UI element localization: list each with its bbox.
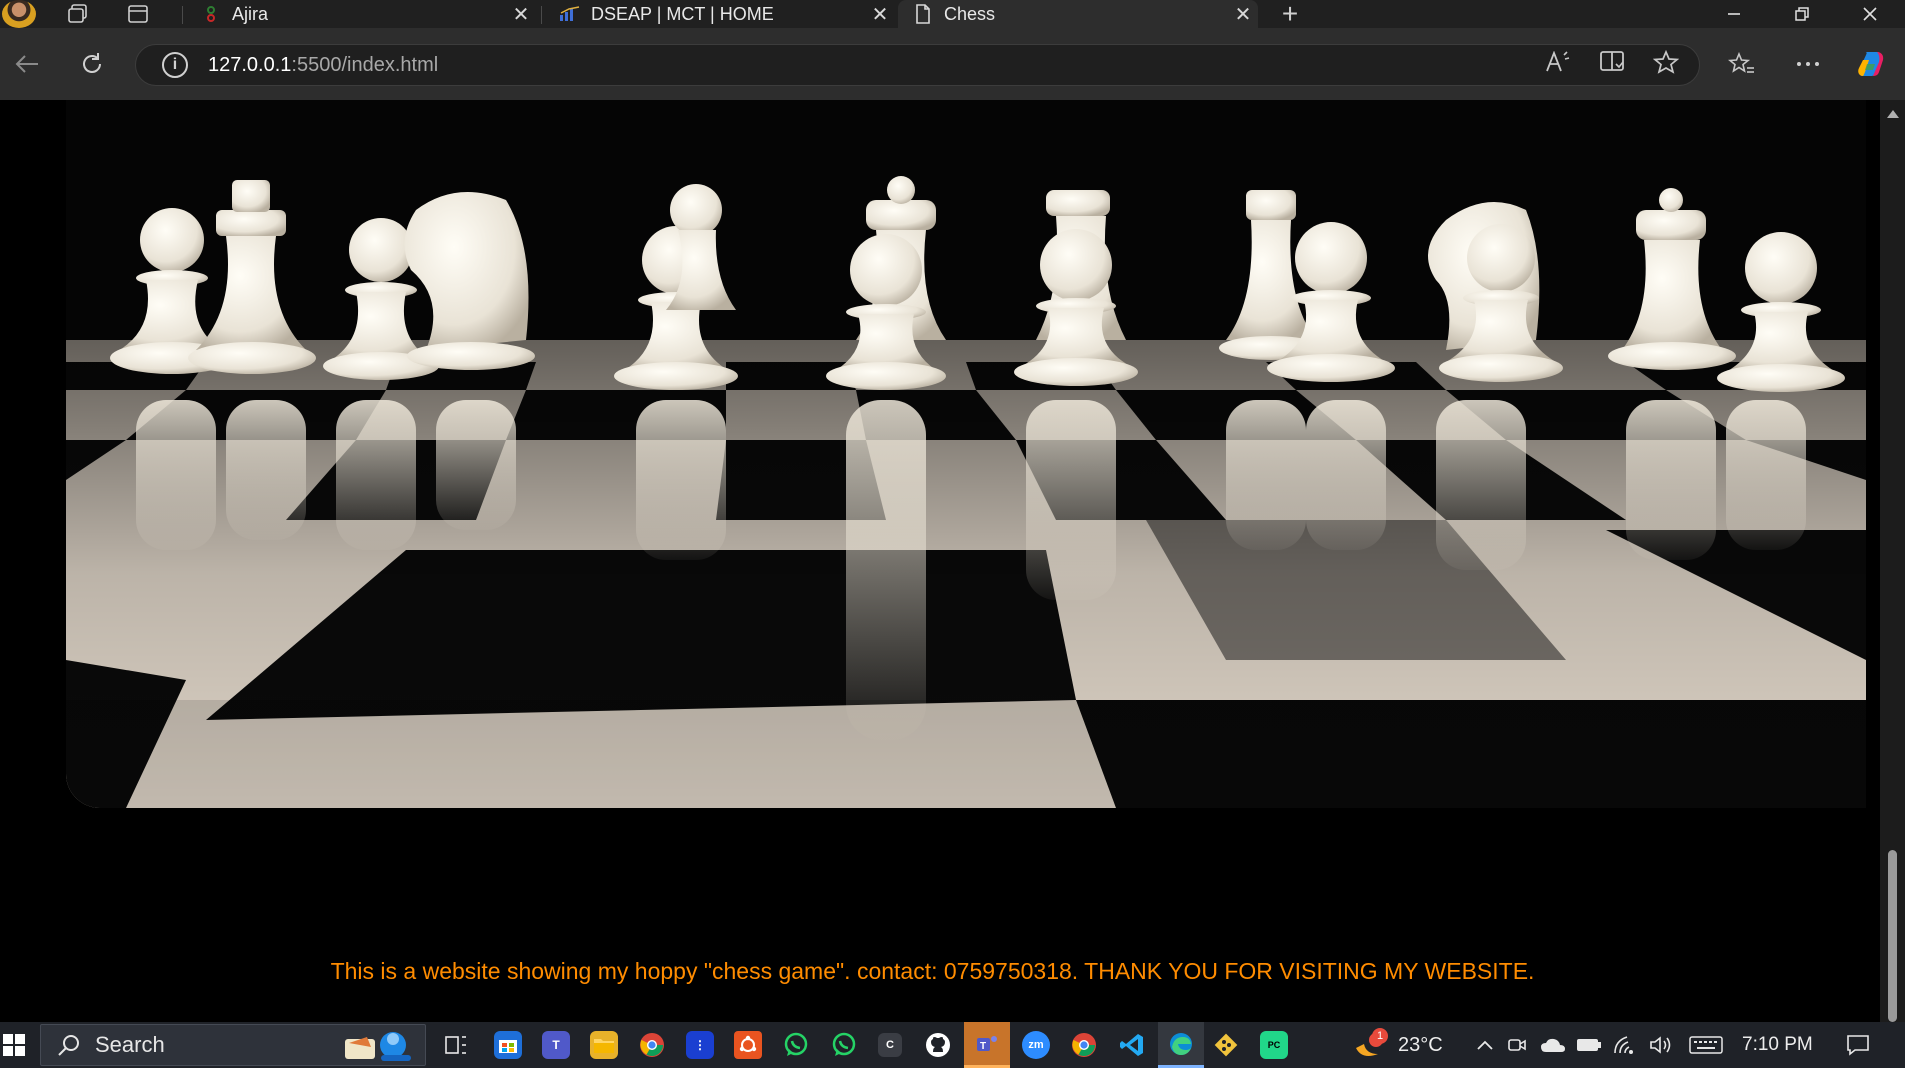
page-viewport: This is a website showing my hoppy "ches… xyxy=(0,100,1880,1022)
ubuntu-icon[interactable] xyxy=(734,1031,762,1059)
refresh-icon[interactable] xyxy=(70,42,114,86)
chrome-icon[interactable] xyxy=(638,1031,666,1059)
restore-icon[interactable] xyxy=(1768,0,1836,28)
keyboard-icon[interactable] xyxy=(1686,1022,1726,1068)
weather-badge: 1 xyxy=(1372,1028,1388,1044)
tab-dseap[interactable]: DSEAP | MCT | HOME ✕ xyxy=(545,0,895,28)
app-blue-icon[interactable]: ⋮ xyxy=(686,1031,714,1059)
tab-label: Ajira xyxy=(232,3,269,24)
zoom-icon[interactable]: zm xyxy=(1022,1031,1050,1059)
chess-hero-image xyxy=(66,100,1866,808)
onedrive-icon[interactable] xyxy=(1538,1022,1568,1068)
close-window-icon[interactable] xyxy=(1836,0,1904,28)
tab-chess[interactable]: Chess ✕ xyxy=(898,0,1258,28)
pycharm-icon[interactable]: PC xyxy=(1260,1031,1288,1059)
ajira-favicon-icon xyxy=(200,4,222,24)
tab-ajira[interactable]: Ajira ✕ xyxy=(186,0,536,28)
clock[interactable]: 7:10 PM xyxy=(1742,1022,1813,1068)
battery-icon[interactable] xyxy=(1574,1022,1604,1068)
workspaces-icon[interactable] xyxy=(58,0,98,28)
app-c-icon[interactable]: C xyxy=(878,1033,902,1057)
chevron-up-icon[interactable] xyxy=(1472,1022,1498,1068)
close-tab-icon[interactable]: ✕ xyxy=(865,2,895,27)
microsoft-store-icon[interactable] xyxy=(494,1031,522,1059)
chess-board-picture xyxy=(66,100,1866,808)
copilot-icon[interactable] xyxy=(1849,42,1893,86)
whatsapp-icon[interactable] xyxy=(782,1031,810,1059)
tab-actions-icon[interactable] xyxy=(118,0,158,28)
browser-tab-strip: Ajira ✕ DSEAP | MCT | HOME ✕ Chess ✕ + xyxy=(0,0,1905,29)
page-scrollbar[interactable] xyxy=(1880,100,1905,1022)
scroll-up-arrow-icon[interactable] xyxy=(1887,110,1899,118)
scrollbar-thumb[interactable] xyxy=(1888,850,1897,1022)
search-label: Search xyxy=(95,1032,165,1057)
close-tab-icon[interactable]: ✕ xyxy=(506,2,536,27)
file-explorer-icon[interactable] xyxy=(590,1031,618,1059)
windows-taskbar: Search T ⋮ C T zm PC 1 23°C 7:10 PM xyxy=(0,1022,1905,1068)
notifications-icon[interactable] xyxy=(1838,1022,1878,1068)
whatsapp-2-icon[interactable] xyxy=(830,1031,858,1059)
wifi-icon[interactable] xyxy=(1610,1022,1640,1068)
site-info-icon[interactable]: i xyxy=(162,52,188,78)
search-icon xyxy=(57,1033,81,1057)
tab-label: Chess xyxy=(944,3,996,24)
meet-now-icon[interactable] xyxy=(1504,1022,1530,1068)
page-icon xyxy=(912,4,934,24)
more-options-icon[interactable] xyxy=(1786,42,1830,86)
immersive-reader-icon[interactable] xyxy=(1599,50,1625,80)
vscode-icon[interactable] xyxy=(1118,1031,1146,1059)
footer-text: This is a website showing my hoppy "ches… xyxy=(330,958,1535,984)
teams-icon[interactable]: T xyxy=(542,1031,570,1059)
search-highlight-icon xyxy=(341,1025,417,1065)
browser-toolbar: i 127.0.0.1:5500/index.html xyxy=(0,28,1905,100)
git-icon[interactable] xyxy=(1212,1031,1240,1059)
read-aloud-icon[interactable] xyxy=(1545,50,1571,79)
new-tab-icon[interactable]: + xyxy=(1270,0,1310,29)
url-host: 127.0.0.1 xyxy=(208,53,292,76)
address-bar[interactable]: i 127.0.0.1:5500/index.html xyxy=(135,44,1700,86)
chrome-2-icon[interactable] xyxy=(1070,1031,1098,1059)
svg-text:T: T xyxy=(980,1041,986,1052)
windows-start-icon[interactable] xyxy=(0,1022,28,1068)
teams-2-icon[interactable]: T xyxy=(964,1022,1010,1068)
favorites-icon[interactable] xyxy=(1720,42,1764,86)
tab-separator xyxy=(541,6,542,24)
dseap-favicon-icon xyxy=(559,4,581,24)
weather-icon[interactable]: 1 xyxy=(1350,1022,1390,1068)
task-view-icon[interactable] xyxy=(438,1022,474,1068)
favorite-star-icon[interactable] xyxy=(1652,49,1680,80)
back-icon[interactable] xyxy=(5,42,49,86)
tab-separator xyxy=(182,6,183,24)
footer xyxy=(0,881,1880,1022)
profile-avatar[interactable] xyxy=(2,0,36,28)
volume-icon[interactable] xyxy=(1646,1022,1676,1068)
edge-icon[interactable] xyxy=(1158,1022,1204,1068)
weather-temp[interactable]: 23°C xyxy=(1398,1022,1443,1068)
github-icon[interactable] xyxy=(924,1031,952,1059)
close-tab-icon[interactable]: ✕ xyxy=(1228,2,1258,27)
url-path: :5500/index.html xyxy=(291,53,439,76)
tab-label: DSEAP | MCT | HOME xyxy=(591,3,774,24)
taskbar-search-box[interactable]: Search xyxy=(40,1024,426,1066)
url-text[interactable]: 127.0.0.1:5500/index.html xyxy=(208,54,438,77)
minimize-icon[interactable] xyxy=(1700,0,1768,28)
